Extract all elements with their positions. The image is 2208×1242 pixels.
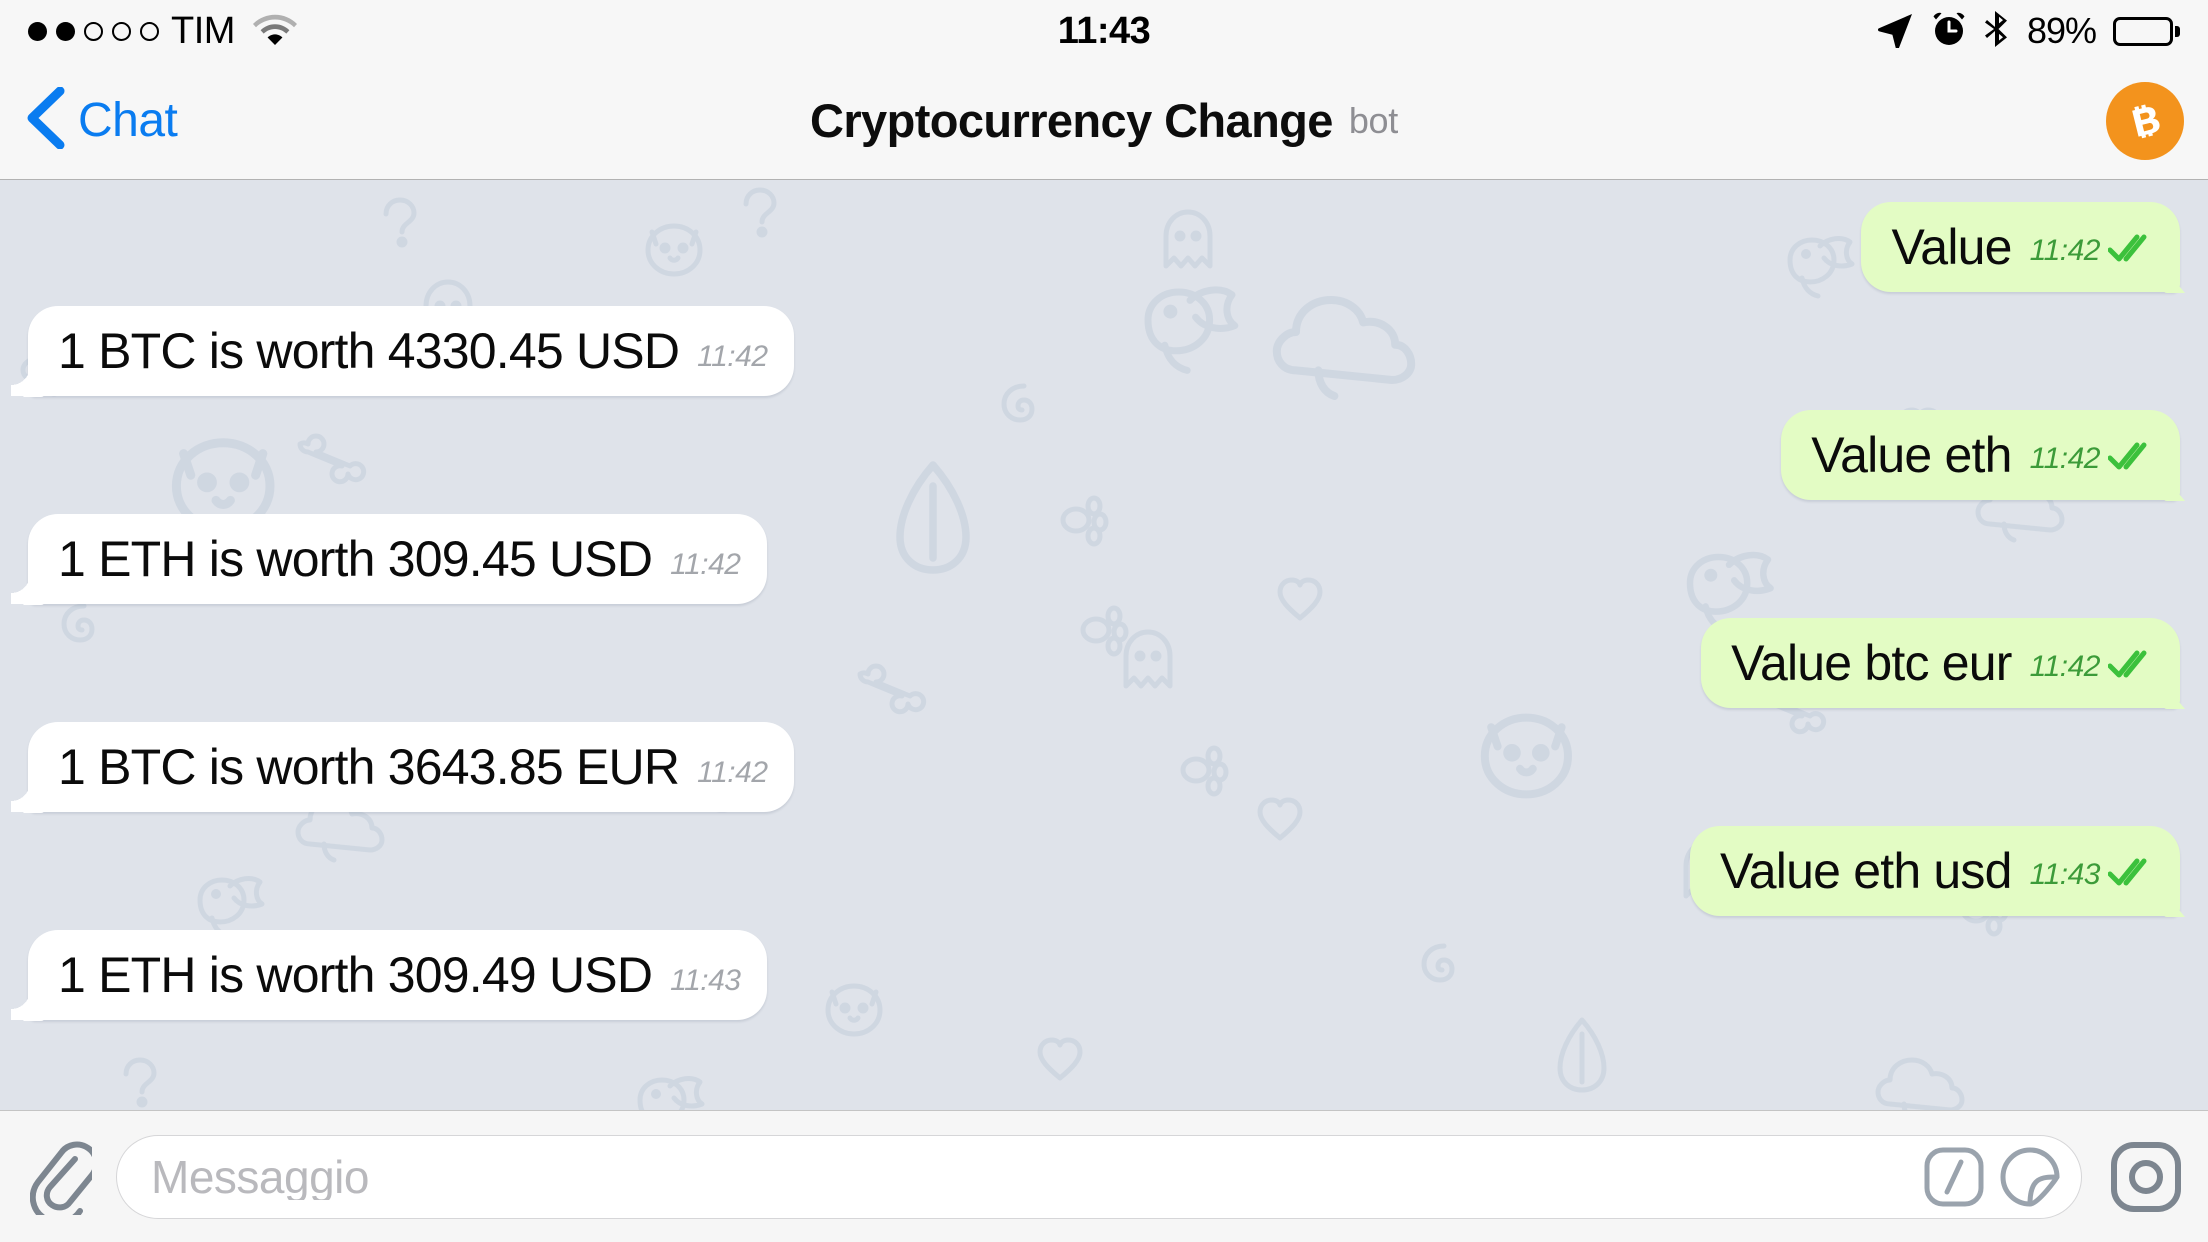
message-meta: 11:42: [697, 756, 768, 792]
message-meta: 11:42: [2030, 441, 2154, 480]
message-row: Value eth 11:42: [28, 410, 2180, 500]
message-time: 11:42: [697, 756, 768, 789]
wifi-icon: [252, 12, 297, 51]
back-chevron-icon: [26, 86, 66, 154]
message-input-bar: Messaggio: [0, 1110, 2208, 1242]
message-meta: 11:43: [2030, 857, 2154, 896]
message-meta: 11:42: [670, 548, 741, 584]
message-time: 11:42: [670, 548, 741, 581]
signal-dot-4: [112, 21, 131, 41]
location-arrow-icon: [1876, 10, 1914, 53]
message-text: Value eth usd: [1719, 843, 2012, 899]
message-list: Value 11:42 1 BTC is worth 4330.45 USD 1…: [0, 180, 2208, 1110]
sticker-icon[interactable]: [1999, 1146, 2061, 1208]
double-check-icon: [2107, 857, 2154, 892]
message-bubble-incoming[interactable]: 1 BTC is worth 4330.45 USD 11:42: [28, 306, 794, 396]
message-row: 1 BTC is worth 4330.45 USD 11:42: [28, 306, 2180, 396]
slash-command-icon[interactable]: [1923, 1146, 1985, 1208]
avatar[interactable]: [2106, 81, 2184, 160]
message-text: 1 BTC is worth 4330.45 USD: [58, 323, 680, 379]
phone-screen: TIM 11:43 89% Chat Cryptocurrency Change…: [0, 0, 2208, 1242]
message-meta: 11:42: [2030, 649, 2154, 688]
camera-record-icon[interactable]: [2110, 1141, 2182, 1213]
message-time: 11:43: [2029, 857, 2101, 891]
message-meta: 11:42: [697, 340, 768, 376]
message-time: 11:42: [697, 340, 768, 373]
message-meta: 11:43: [670, 964, 741, 1000]
bluetooth-icon: [1984, 9, 2010, 54]
message-text: 1 ETH is worth 309.49 USD: [58, 947, 653, 1003]
message-row: 1 BTC is worth 3643.85 EUR 11:42: [28, 722, 2180, 812]
message-bubble-outgoing[interactable]: Value 11:42: [1861, 202, 2180, 292]
status-bar: TIM 11:43 89%: [0, 0, 2208, 62]
navigation-title-area: Cryptocurrency Change bot: [0, 62, 2208, 179]
signal-dot-2: [56, 21, 75, 41]
navigation-bar: Chat Cryptocurrency Change bot: [0, 62, 2208, 180]
bot-badge: bot: [1348, 99, 1398, 141]
message-bubble-outgoing[interactable]: Value eth usd 11:43: [1689, 826, 2180, 916]
signal-dot-3: [84, 21, 103, 41]
status-clock: 11:43: [1057, 9, 1151, 52]
battery-icon: [2113, 16, 2180, 46]
message-time: 11:43: [670, 964, 741, 997]
double-check-icon: [2107, 233, 2154, 268]
message-row: Value 11:42: [28, 202, 2180, 292]
carrier-label: TIM: [171, 10, 235, 52]
input-field-icons: [1923, 1146, 2067, 1208]
message-input-placeholder: Messaggio: [151, 1153, 369, 1200]
message-text: 1 ETH is worth 309.45 USD: [58, 531, 653, 587]
message-text: Value: [1891, 219, 2012, 275]
message-bubble-incoming[interactable]: 1 ETH is worth 309.45 USD 11:42: [28, 514, 767, 604]
message-row: 1 ETH is worth 309.49 USD 11:43: [28, 930, 2180, 1020]
message-time: 11:42: [2029, 649, 2101, 683]
back-button-label: Chat: [78, 93, 178, 147]
signal-dot-1: [28, 21, 47, 41]
message-text: Value eth: [1811, 427, 2012, 483]
message-bubble-outgoing[interactable]: Value eth 11:42: [1781, 410, 2180, 500]
message-bubble-incoming[interactable]: 1 ETH is worth 309.49 USD 11:43: [28, 930, 767, 1020]
message-bubble-outgoing[interactable]: Value btc eur 11:42: [1701, 618, 2180, 708]
message-text: Value btc eur: [1731, 635, 2012, 691]
battery-percent-label: 89%: [2026, 10, 2097, 51]
message-bubble-incoming[interactable]: 1 BTC is worth 3643.85 EUR 11:42: [28, 722, 794, 812]
message-row: Value btc eur 11:42: [28, 618, 2180, 708]
page-title: Cryptocurrency Change: [810, 94, 1333, 147]
message-row: 1 ETH is worth 309.45 USD 11:42: [28, 514, 2180, 604]
alarm-clock-icon: [1931, 10, 1967, 53]
double-check-icon: [2107, 649, 2154, 684]
chat-area[interactable]: Value 11:42 1 BTC is worth 4330.45 USD 1…: [0, 180, 2208, 1110]
message-text: 1 BTC is worth 3643.85 EUR: [58, 739, 680, 795]
bitcoin-icon: [2132, 103, 2160, 138]
status-bar-right: 89%: [1876, 9, 2180, 54]
message-time: 11:42: [2029, 441, 2101, 475]
paperclip-icon[interactable]: [30, 1139, 92, 1215]
message-input-field[interactable]: Messaggio: [116, 1134, 2082, 1219]
status-bar-left: TIM: [28, 12, 297, 51]
signal-strength-dots: [28, 21, 159, 41]
message-row: Value eth usd 11:43: [28, 826, 2180, 916]
double-check-icon: [2107, 441, 2154, 476]
message-meta: 11:42: [2030, 233, 2154, 272]
back-button[interactable]: Chat: [26, 86, 178, 154]
signal-dot-5: [140, 21, 159, 41]
message-time: 11:42: [2029, 233, 2101, 267]
